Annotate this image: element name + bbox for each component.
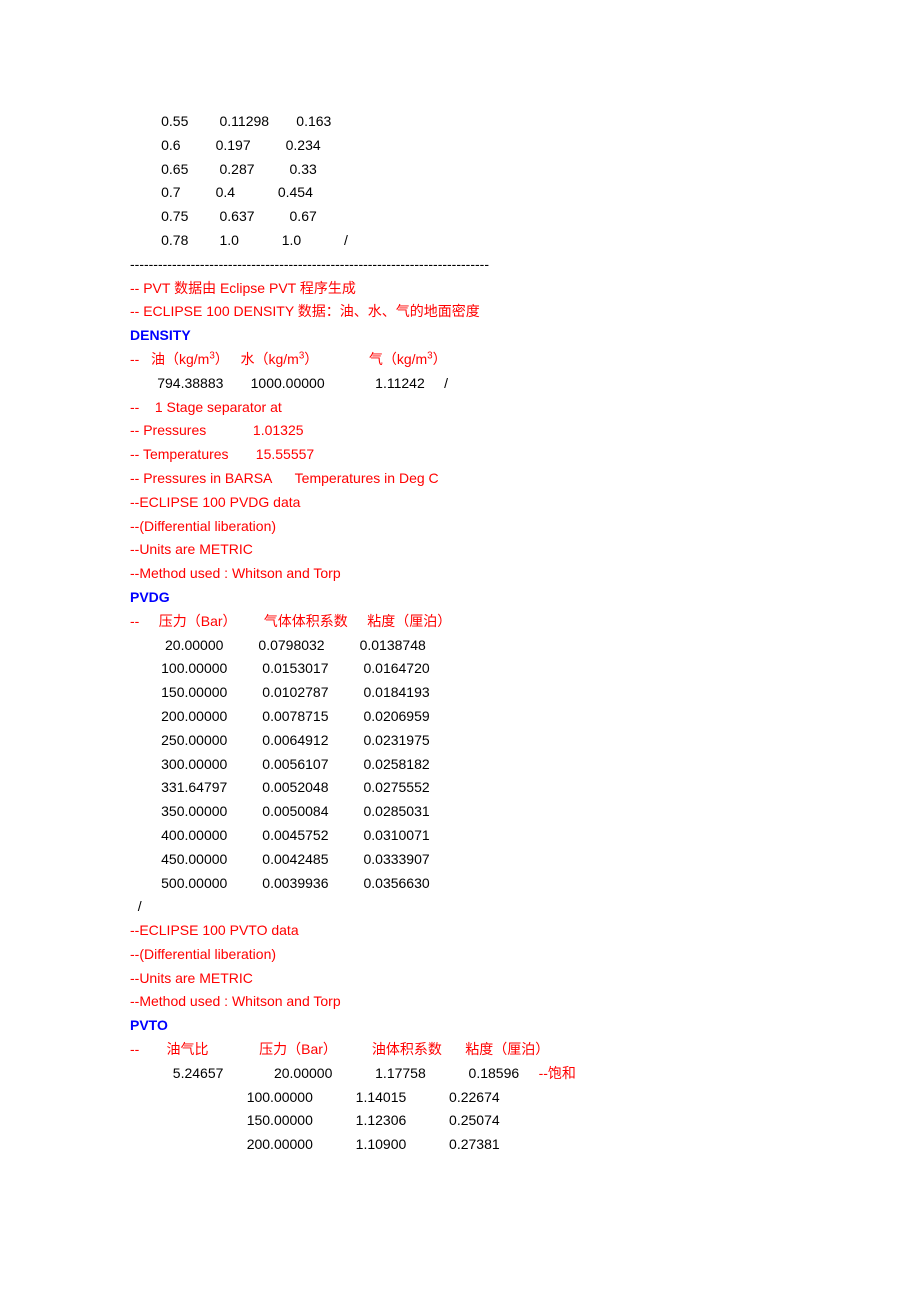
pvdg-row: 331.64797 0.0052048 0.0275552: [130, 776, 790, 800]
pvdg-row: 250.00000 0.0064912 0.0231975: [130, 729, 790, 753]
pvdg-row: 100.00000 0.0153017 0.0164720: [130, 657, 790, 681]
comment-pressures: -- Pressures 1.01325: [130, 419, 790, 443]
density-header: -- 油（kg/m3） 水（kg/m3） 气（kg/m3）: [130, 348, 790, 372]
table-row: 0.65 0.287 0.33: [130, 158, 790, 182]
pvto-row: 100.00000 1.14015 0.22674: [130, 1086, 790, 1110]
pvdg-row: 400.00000 0.0045752 0.0310071: [130, 824, 790, 848]
comment-separator-stage: -- 1 Stage separator at: [130, 396, 790, 420]
pvdg-terminator: /: [130, 895, 790, 919]
pvdg-row: 350.00000 0.0050084 0.0285031: [130, 800, 790, 824]
pvto-row: 200.00000 1.10900 0.27381: [130, 1133, 790, 1157]
comment-pvdg-method: --Method used : Whitson and Torp: [130, 562, 790, 586]
keyword-pvdg: PVDG: [130, 586, 790, 610]
comment-pvto-diff: --(Differential liberation): [130, 943, 790, 967]
comment-pvdg-diff: --(Differential liberation): [130, 515, 790, 539]
comment-pvto-data: --ECLIPSE 100 PVTO data: [130, 919, 790, 943]
pvdg-row: 200.00000 0.0078715 0.0206959: [130, 705, 790, 729]
comment-pvdg-data: --ECLIPSE 100 PVDG data: [130, 491, 790, 515]
pvdg-row: 300.00000 0.0056107 0.0258182: [130, 753, 790, 777]
divider-line: ----------------------------------------…: [130, 253, 790, 277]
pvto-header: -- 油气比 压力（Bar） 油体积系数 粘度（厘泊）: [130, 1038, 790, 1062]
pvdg-row: 450.00000 0.0042485 0.0333907: [130, 848, 790, 872]
comment-density-desc: -- ECLIPSE 100 DENSITY 数据：油、水、气的地面密度: [130, 300, 790, 324]
comment-temperatures: -- Temperatures 15.55557: [130, 443, 790, 467]
keyword-pvto: PVTO: [130, 1014, 790, 1038]
table-row: 0.6 0.197 0.234: [130, 134, 790, 158]
pvdg-row: 150.00000 0.0102787 0.0184193: [130, 681, 790, 705]
comment-units: -- Pressures in BARSA Temperatures in De…: [130, 467, 790, 491]
comment-pvdg-units: --Units are METRIC: [130, 538, 790, 562]
comment-pvto-units: --Units are METRIC: [130, 967, 790, 991]
table-row: 0.55 0.11298 0.163: [130, 110, 790, 134]
pvdg-header: -- 压力（Bar） 气体体积系数 粘度（厘泊）: [130, 610, 790, 634]
pvdg-row: 20.00000 0.0798032 0.0138748: [130, 634, 790, 658]
table-row: 0.75 0.637 0.67: [130, 205, 790, 229]
comment-pvto-method: --Method used : Whitson and Torp: [130, 990, 790, 1014]
pvto-row: 5.24657 20.00000 1.17758 0.18596 --饱和: [130, 1062, 790, 1086]
pvdg-row: 500.00000 0.0039936 0.0356630: [130, 872, 790, 896]
comment-pvt-gen: -- PVT 数据由 Eclipse PVT 程序生成: [130, 277, 790, 301]
pvto-row: 150.00000 1.12306 0.25074: [130, 1109, 790, 1133]
table-row: 0.7 0.4 0.454: [130, 181, 790, 205]
density-values: 794.38883 1000.00000 1.11242 /: [130, 372, 790, 396]
table-row: 0.78 1.0 1.0 /: [130, 229, 790, 253]
keyword-density: DENSITY: [130, 324, 790, 348]
